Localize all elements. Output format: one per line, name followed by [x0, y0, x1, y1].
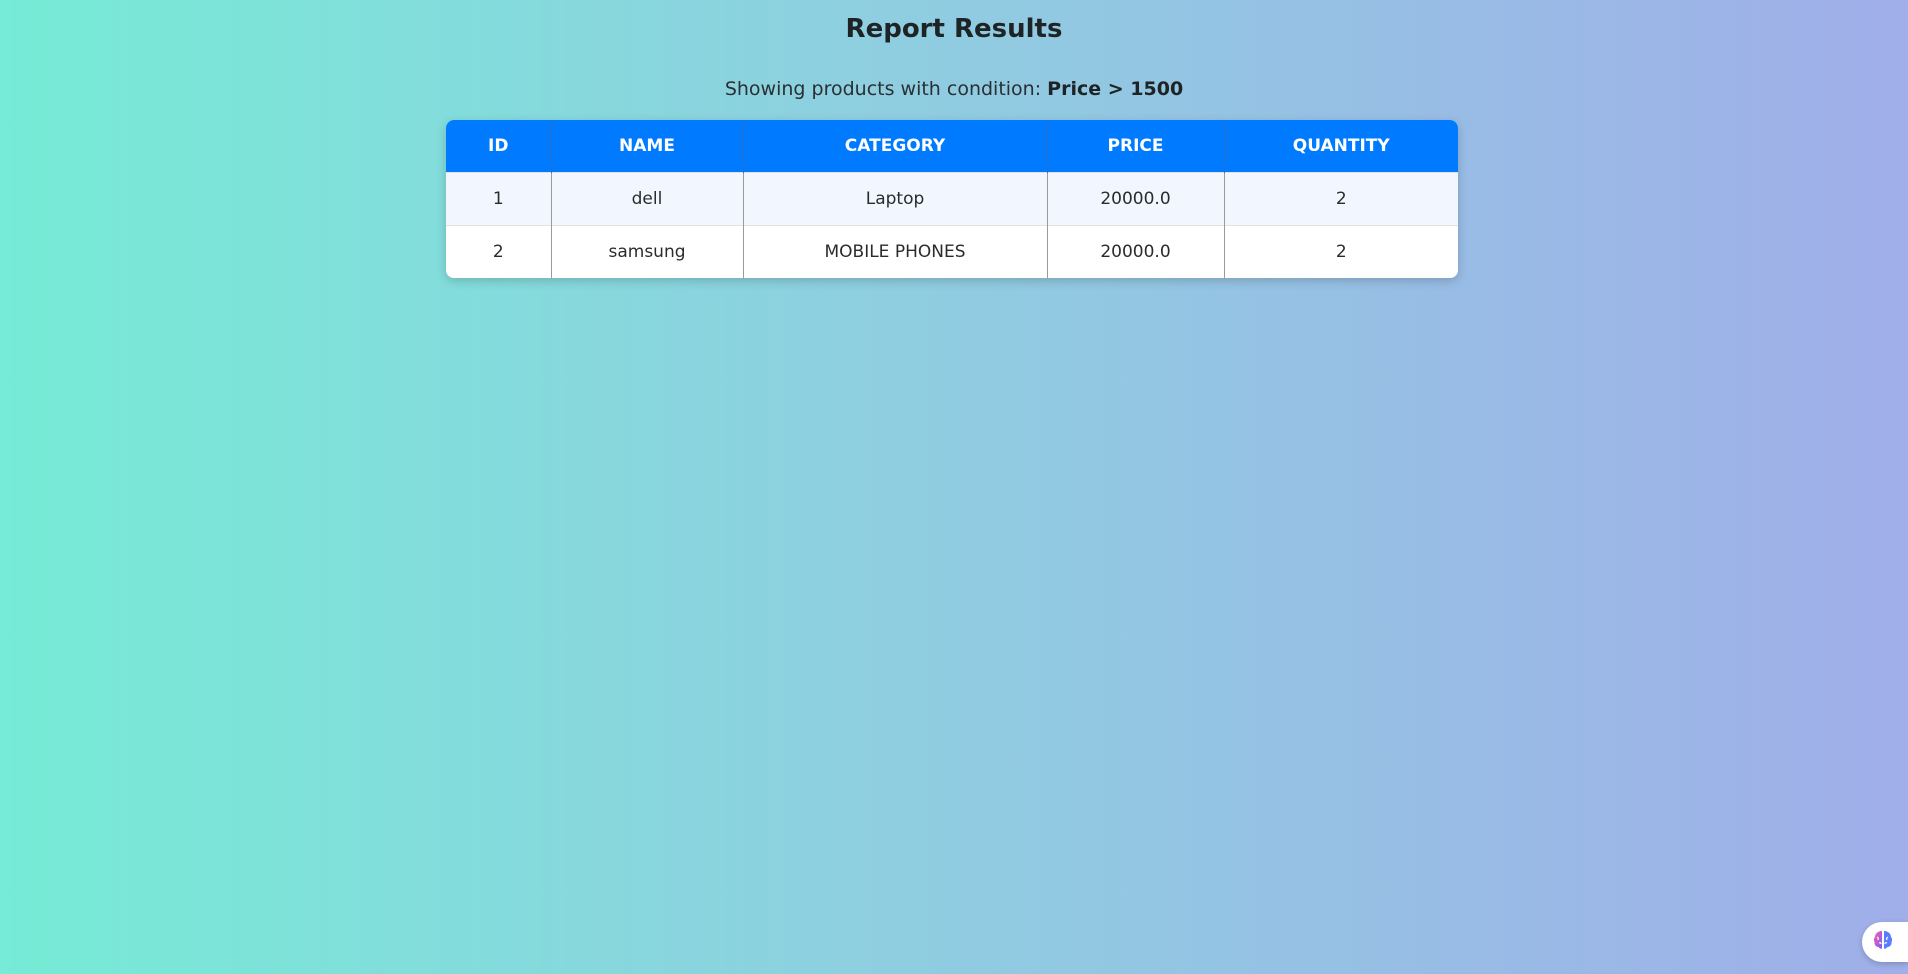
condition-value: Price > 1500: [1047, 78, 1184, 100]
cell-price: 20000.0: [1046, 172, 1224, 226]
results-table: ID NAME CATEGORY PRICE QUANTITY 1 dell L…: [446, 120, 1458, 278]
cell-name: dell: [550, 172, 743, 226]
cell-id: 1: [446, 172, 551, 226]
cell-category: MOBILE PHONES: [742, 225, 1047, 278]
column-header-id[interactable]: ID: [446, 120, 551, 173]
cell-quantity: 2: [1223, 225, 1458, 278]
column-header-name[interactable]: NAME: [550, 120, 743, 173]
cell-name: samsung: [550, 225, 743, 278]
cell-quantity: 2: [1223, 172, 1458, 226]
assistant-floating-button[interactable]: [1862, 922, 1908, 962]
column-header-category[interactable]: CATEGORY: [742, 120, 1047, 173]
condition-subtitle: Showing products with condition: Price >…: [0, 78, 1908, 100]
results-table-card: ID NAME CATEGORY PRICE QUANTITY 1 dell L…: [446, 120, 1458, 278]
column-header-quantity[interactable]: QUANTITY: [1223, 120, 1458, 173]
cell-id: 2: [446, 225, 551, 278]
brain-icon: [1871, 928, 1895, 956]
table-header-row: ID NAME CATEGORY PRICE QUANTITY: [446, 120, 1458, 173]
table-row: 2 samsung MOBILE PHONES 20000.0 2: [446, 225, 1458, 278]
table-row: 1 dell Laptop 20000.0 2: [446, 172, 1458, 226]
page-title: Report Results: [845, 14, 1063, 44]
subtitle-prefix: Showing products with condition:: [724, 78, 1048, 100]
column-header-price[interactable]: PRICE: [1046, 120, 1224, 173]
cell-category: Laptop: [742, 172, 1047, 226]
cell-price: 20000.0: [1046, 225, 1224, 278]
